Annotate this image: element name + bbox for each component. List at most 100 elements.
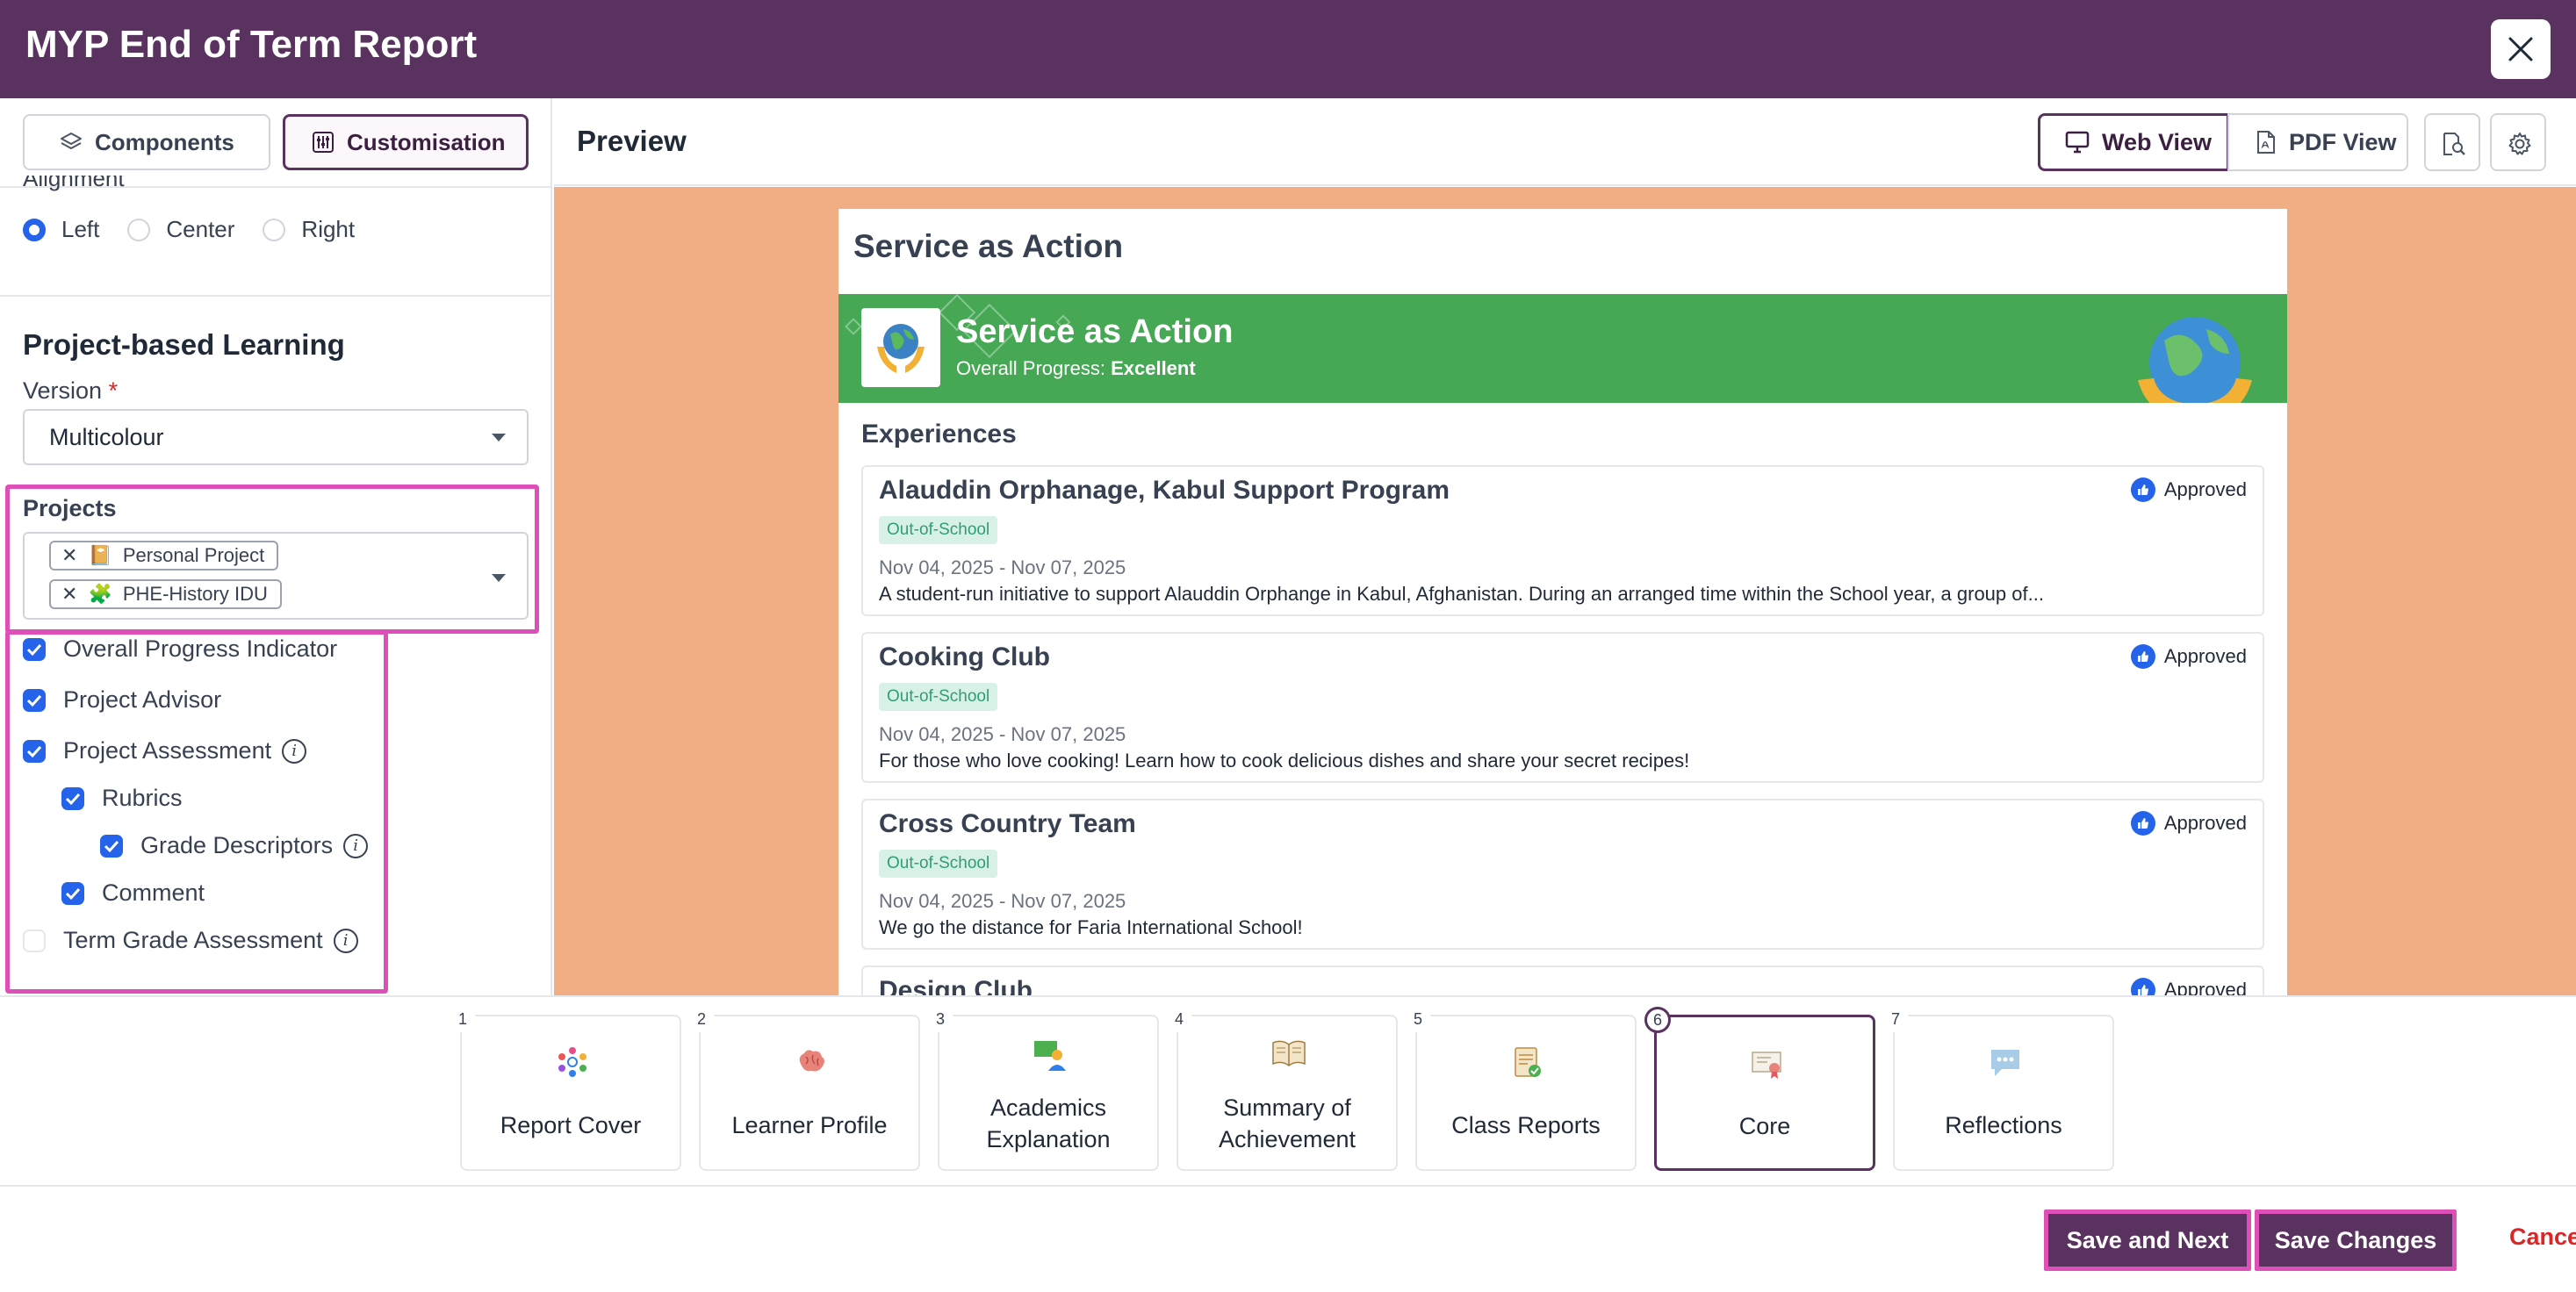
step-number: 2 (688, 1006, 715, 1032)
service-logo (861, 308, 940, 387)
option-project-advisor[interactable]: Project Advisor (23, 686, 221, 714)
chip-label: PHE-History IDU (122, 583, 268, 605)
pdf-view-label: PDF View (2289, 128, 2397, 155)
card-description: For those who love cooking! Learn how to… (879, 750, 1690, 772)
globe-illustration-icon (2138, 317, 2252, 403)
option-project-assessment[interactable]: Project Assessment i (23, 737, 307, 764)
check-icon (26, 643, 42, 656)
info-icon[interactable]: i (333, 928, 358, 953)
category-badge: Out-of-School (879, 516, 998, 544)
step-report-cover[interactable]: 1 Report Cover (450, 1006, 681, 1171)
radio-right[interactable]: Right (263, 216, 355, 243)
option-label: Project Assessment (63, 737, 272, 764)
checkbox[interactable] (23, 637, 46, 661)
projects-multiselect[interactable]: ✕ 📔 Personal Project ✕ 🧩 PHE-History IDU (23, 532, 529, 620)
status-badge: Approved (2130, 477, 2247, 502)
info-icon[interactable]: i (282, 738, 307, 764)
experience-card[interactable]: Alauddin Orphanage, Kabul Support Progra… (861, 465, 2264, 616)
step-core[interactable]: 6 Core (1644, 1007, 1875, 1171)
step-reflections[interactable]: 7 Reflections (1882, 1006, 2114, 1171)
option-term-grade[interactable]: Term Grade Assessment i (23, 927, 358, 954)
people-circle-icon (558, 1047, 586, 1077)
globe-hands-icon (877, 324, 925, 373)
step-number: 5 (1405, 1006, 1431, 1032)
step-number: 7 (1882, 1006, 1909, 1032)
cancel-button[interactable]: Cancel (2509, 1224, 2576, 1251)
settings-button[interactable] (2490, 113, 2546, 171)
status-label: Approved (2163, 812, 2247, 834)
step-summary-of-achievement[interactable]: 4 Summary of Achievement (1166, 1006, 1398, 1171)
thumbs-up-icon (2130, 644, 2155, 669)
radio-indicator[interactable] (23, 218, 46, 241)
info-icon[interactable]: i (343, 833, 369, 858)
remove-chip-icon[interactable]: ✕ (61, 544, 77, 567)
checkbox[interactable] (23, 739, 46, 763)
checkbox[interactable] (100, 834, 123, 858)
preview-toolbar: Preview Web View PDF View (554, 98, 2576, 186)
section-stepper: 1 Report Cover 2 Learner Profile 3 Acade… (0, 995, 2576, 1187)
report-page: Service as Action Service as Action Over… (838, 209, 2287, 995)
radio-indicator[interactable] (127, 218, 151, 241)
chevron-down-icon (492, 574, 506, 582)
step-class-reports[interactable]: 5 Class Reports (1405, 1006, 1637, 1171)
status-label: Approved (2163, 979, 2247, 995)
checkbox[interactable] (61, 881, 84, 905)
card-title: Alauddin Orphanage, Kabul Support Progra… (879, 476, 1450, 505)
status-badge: Approved (2130, 978, 2247, 995)
web-view-label: Web View (2102, 128, 2213, 155)
radio-left[interactable]: Left (23, 216, 99, 243)
speech-bubble-icon (1991, 1050, 2019, 1076)
section-title: Project-based Learning (23, 328, 345, 361)
radio-indicator[interactable] (263, 218, 286, 241)
version-select[interactable]: Multicolour (23, 409, 529, 465)
experience-card[interactable]: Cross Country Team Approved Out-of-Schoo… (861, 799, 2264, 950)
option-label: Grade Descriptors (140, 832, 334, 858)
card-description: A student-run initiative to support Alau… (879, 583, 2044, 605)
save-changes-button[interactable]: Save Changes (2255, 1209, 2457, 1271)
close-button[interactable] (2491, 19, 2551, 79)
progress-value: Excellent (1111, 357, 1196, 379)
checkbox[interactable] (23, 929, 46, 952)
step-learner-profile[interactable]: 2 Learner Profile (688, 1006, 920, 1171)
option-label: Comment (102, 879, 205, 906)
step-label: Academics (989, 1095, 1107, 1121)
step-label: Core (1738, 1113, 1791, 1139)
option-rubrics[interactable]: Rubrics (61, 785, 183, 812)
step-academics-explanation[interactable]: 3 Academics Explanation (927, 1006, 1159, 1171)
remove-chip-icon[interactable]: ✕ (61, 583, 77, 606)
option-overall-progress[interactable]: Overall Progress Indicator (23, 635, 337, 663)
preview-search-button[interactable] (2424, 113, 2480, 171)
pdf-view-button[interactable]: PDF View (2227, 113, 2408, 171)
section-divider (0, 295, 550, 297)
web-view-button[interactable]: Web View (2038, 113, 2229, 171)
project-chip: ✕ 🧩 PHE-History IDU (49, 579, 282, 609)
dialog-footer: Save and Next Save Changes Cancel (0, 1187, 2576, 1292)
checkbox[interactable] (61, 786, 84, 810)
tab-customisation[interactable]: Customisation (283, 114, 529, 170)
tab-components[interactable]: Components (23, 114, 270, 170)
checkbox[interactable] (23, 688, 46, 712)
notebook-icon: 📔 (88, 544, 112, 566)
step-label: Learner Profile (731, 1112, 888, 1138)
card-date: Nov 04, 2025 - Nov 07, 2025 (879, 556, 1126, 578)
option-label: Project Advisor (63, 686, 222, 713)
project-chip: ✕ 📔 Personal Project (49, 541, 279, 571)
status-badge: Approved (2130, 644, 2247, 669)
check-icon (26, 745, 42, 757)
save-and-next-button[interactable]: Save and Next (2044, 1209, 2251, 1271)
experience-card[interactable]: Design Club Approved (861, 965, 2264, 995)
step-label: Achievement (1218, 1126, 1356, 1152)
experience-card[interactable]: Cooking Club Approved Out-of-School Nov … (861, 632, 2264, 783)
radio-label: Right (301, 216, 356, 242)
radio-center[interactable]: Center (127, 216, 234, 243)
alignment-label: Alignment (23, 176, 125, 191)
step-number: 3 (927, 1006, 953, 1032)
card-date: Nov 04, 2025 - Nov 07, 2025 (879, 723, 1126, 745)
step-label: Reflections (1945, 1112, 2062, 1138)
option-comment[interactable]: Comment (61, 879, 205, 907)
option-grade-descriptors[interactable]: Grade Descriptors i (100, 832, 369, 859)
step-label: Report Cover (500, 1112, 642, 1138)
thumbs-up-icon (2130, 477, 2155, 502)
step-number: 1 (450, 1006, 476, 1032)
required-mark: * (108, 377, 119, 404)
